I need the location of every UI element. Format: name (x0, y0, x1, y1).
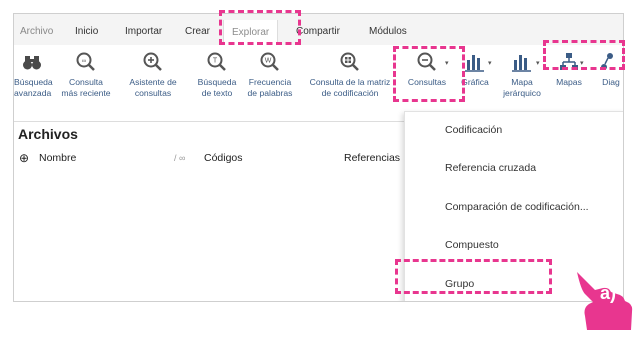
menu-item-codificacion[interactable]: Codificación (445, 124, 502, 136)
highlight-consultas (393, 46, 465, 102)
page-title: Archivos (18, 126, 78, 142)
highlight-maps (543, 40, 625, 70)
link-icon: / ∞ (174, 153, 186, 163)
column-name[interactable]: Nombre (39, 152, 76, 164)
highlight-explorar (219, 10, 301, 45)
highlight-grupo (395, 259, 552, 294)
matrix-query-button[interactable]: Consulta de la matriz de codificación (305, 51, 395, 99)
menu-archivo[interactable]: Archivo (20, 26, 53, 37)
word-frequency-icon: W (259, 51, 281, 73)
matrix-query-icon (339, 51, 361, 73)
column-references[interactable]: Referencias (344, 152, 400, 164)
chart-icon (464, 51, 486, 73)
menu-crear[interactable]: Crear (185, 26, 210, 37)
menu-item-referencia-cruzada[interactable]: Referencia cruzada (445, 162, 536, 174)
advanced-search-button[interactable]: Búsqueda avanzada (14, 51, 53, 99)
query-wizard-button[interactable]: Asistente de consultas (125, 51, 181, 99)
expand-icon[interactable]: ⊕ (19, 151, 29, 165)
menu-inicio[interactable]: Inicio (75, 26, 98, 37)
word-frequency-button[interactable]: W Frecuencia de palabras (242, 51, 298, 99)
column-codes[interactable]: Códigos (204, 152, 243, 164)
svg-text:∞: ∞ (82, 59, 86, 65)
svg-text:W: W (265, 58, 272, 65)
text-search-icon: T (206, 51, 228, 73)
hierarchy-chart-icon (511, 51, 533, 73)
recent-query-button[interactable]: ∞ Consulta más reciente (57, 51, 115, 99)
menu-item-comparacion[interactable]: Comparación de codificación... (445, 201, 589, 213)
chevron-down-icon: ▾ (488, 60, 492, 67)
callout-label: a) (600, 283, 617, 303)
table-header: ⊕ Nombre / ∞ Códigos Referencias (14, 151, 406, 172)
query-wizard-icon (142, 51, 164, 73)
svg-text:T: T (213, 58, 218, 65)
menu-compartir[interactable]: Compartir (296, 26, 340, 37)
binoculars-icon (21, 51, 43, 73)
text-search-button[interactable]: T Búsqueda de texto (197, 51, 237, 99)
query-icon: ∞ (75, 51, 97, 73)
menu-modulos[interactable]: Módulos (369, 26, 407, 37)
menu-item-compuesto[interactable]: Compuesto (445, 239, 499, 251)
hierarchy-chart-button[interactable]: ▾ Mapa jerárquico (500, 51, 544, 99)
menu-bar: Archivo Inicio Importar Crear Explorar C… (14, 14, 623, 45)
menu-importar[interactable]: Importar (125, 26, 162, 37)
chevron-down-icon: ▾ (536, 60, 540, 67)
